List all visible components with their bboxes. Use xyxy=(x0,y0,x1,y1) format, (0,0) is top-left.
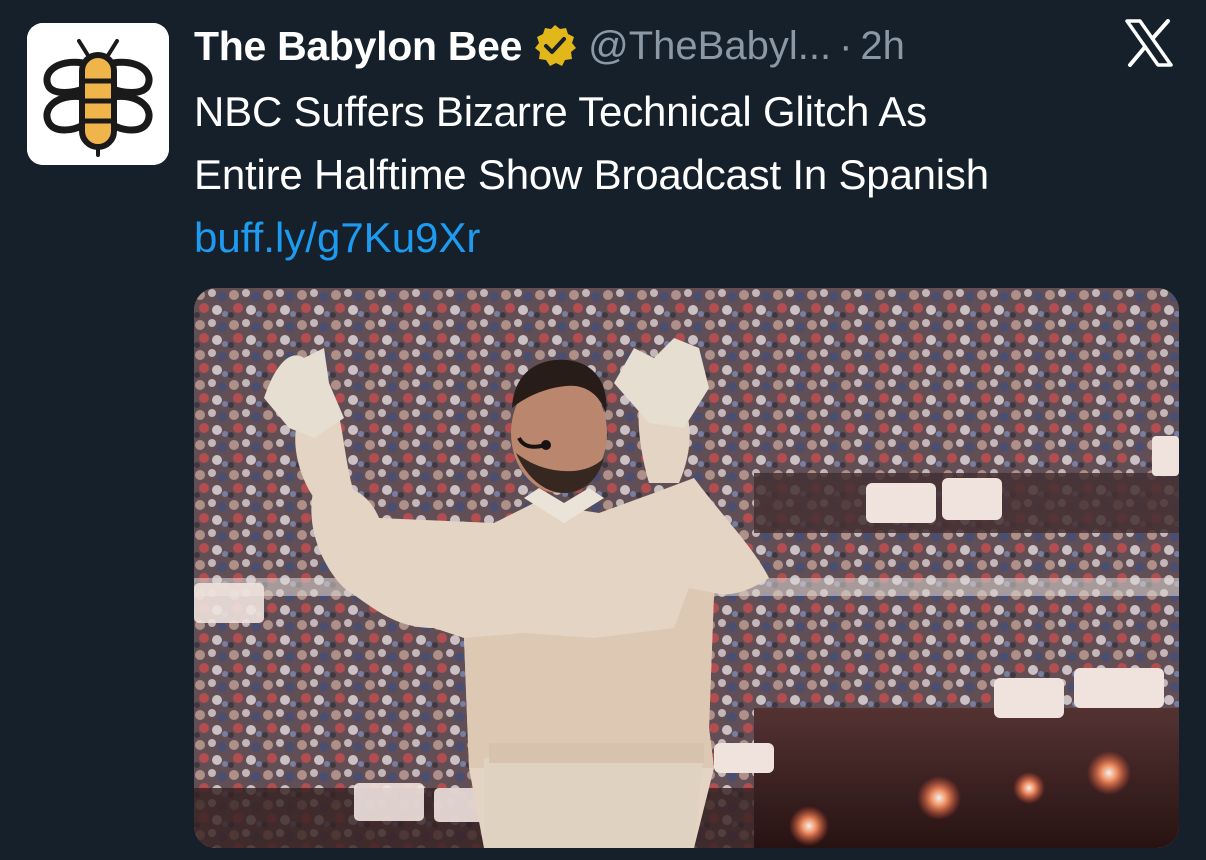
verified-badge-icon[interactable] xyxy=(532,23,578,69)
tweet-text-line: NBC Suffers Bizarre Technical Glitch As xyxy=(194,88,927,135)
tweet-media-photo[interactable] xyxy=(194,288,1179,848)
avatar[interactable] xyxy=(27,23,169,165)
x-logo-icon[interactable] xyxy=(1124,19,1174,67)
timestamp[interactable]: 2h xyxy=(860,24,905,69)
tweet-header: The Babylon Bee @TheBabyl... · 2h xyxy=(194,18,905,74)
tweet-text-line: Entire Halftime Show Broadcast In Spanis… xyxy=(194,151,989,198)
handle[interactable]: @TheBabyl... xyxy=(588,24,831,69)
separator-dot: · xyxy=(839,23,853,68)
babylon-bee-logo xyxy=(27,23,169,165)
display-name[interactable]: The Babylon Bee xyxy=(194,23,522,70)
tweet-link[interactable]: buff.ly/g7Ku9Xr xyxy=(194,206,480,269)
tweet-text: NBC Suffers Bizarre Technical Glitch As … xyxy=(194,80,1184,206)
halftime-photo xyxy=(194,288,1179,848)
tweet-card[interactable]: The Babylon Bee @TheBabyl... · 2h NBC Su… xyxy=(0,0,1206,860)
